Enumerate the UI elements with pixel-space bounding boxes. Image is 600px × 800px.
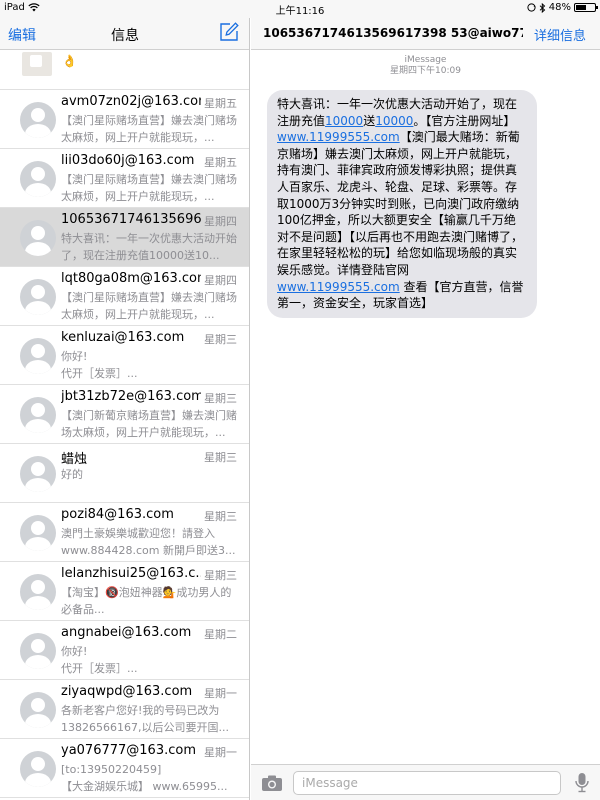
message-input-bar: iMessage <box>251 764 600 800</box>
microphone-icon[interactable] <box>574 772 590 794</box>
battery-icon <box>574 3 598 12</box>
avatar <box>20 220 56 256</box>
avatar <box>20 574 56 610</box>
conversation-list-pane: 编辑 信息 👌 avm07zn02j@163.com 星期五 【澳门星际赌场直营】嫌… <box>0 18 250 800</box>
bluetooth-icon <box>539 2 545 13</box>
list-item[interactable]: lelanzhisui25@163.c... 星期三【淘宝】🔞泡妞神器💁成功男人的… <box>0 562 249 621</box>
conversation-pane: 1065367174613569617398 53@aiwo777.... 详细… <box>251 18 600 800</box>
status-bar: iPad 上午11:16 48% <box>0 0 600 18</box>
thread-navbar: 1065367174613569617398 53@aiwo777.... 详细… <box>251 18 600 50</box>
service-label: iMessage <box>404 55 447 65</box>
list-item[interactable]: avm07zn02j@163.com 星期五【澳门星际赌场直营】嫌去澳门赌场太麻烦… <box>0 90 249 149</box>
message-preview: [to:13950220459] 【大金湖娱乐城】 www.65995... <box>61 763 228 793</box>
contact-name: 蜡烛 <box>61 452 88 467</box>
message-link[interactable]: 10000 <box>325 114 363 128</box>
message-date: 星期一 <box>204 687 237 700</box>
message-date: 星期三 <box>204 451 237 464</box>
message-preview: 【淘宝】🔞泡妞神器💁成功男人的必备品... <box>61 586 232 616</box>
status-time: 上午11:16 <box>275 6 325 17</box>
contact-name: pozi84@163.com <box>61 507 174 522</box>
list-item[interactable]: angnabei@163.com 星期二你好! 代开［发票］... <box>0 621 249 680</box>
message-date: 星期四 <box>204 274 237 287</box>
contact-name: lqt80ga08m@163.com <box>61 271 201 286</box>
details-button[interactable]: 详细信息 <box>534 25 586 44</box>
message-date: 星期一 <box>204 746 237 759</box>
compose-icon[interactable] <box>219 22 239 42</box>
avatar <box>20 279 56 315</box>
message-preview: 你好! 代开［发票］... <box>61 645 138 675</box>
contact-name: 10653671746135696... <box>61 212 201 227</box>
avatar <box>20 338 56 374</box>
list-item[interactable]: ziyaqwpd@163.com 星期一各新老客户您好!我的号码已改为138265… <box>0 680 249 739</box>
list-item[interactable]: ya076777@163.com 星期一 [to:13950220459] 【大金湖娱… <box>0 739 249 798</box>
message-date: 星期三 <box>204 569 237 582</box>
avatar <box>20 515 56 551</box>
message-text: 送 <box>363 113 376 128</box>
message-date: 星期三 <box>204 510 237 523</box>
contact-name: lelanzhisui25@163.c... <box>61 566 201 581</box>
message-timestamp: 星期四下午10:09 <box>390 66 461 76</box>
message-preview: 【澳门星际赌场直营】嫌去澳门赌场太麻烦，网上开户就能现玩，... <box>61 291 237 321</box>
thread-title: 1065367174613569617398 53@aiwo777.... <box>263 26 523 40</box>
list-item[interactable]: 蜡烛 星期三好的 <box>0 444 249 503</box>
contact-name: ziyaqwpd@163.com <box>61 684 193 699</box>
message-date: 星期五 <box>204 156 237 169</box>
message-preview: 【澳门新葡京赌场直营】嫌去澳门赌场太麻烦，网上开户就能现玩，... <box>61 409 237 439</box>
avatar <box>20 161 56 197</box>
avatar <box>20 692 56 728</box>
contact-name: jbt31zb72e@163.com <box>61 389 201 404</box>
battery-percent: 48% <box>548 2 571 13</box>
message-date: 星期五 <box>204 97 237 110</box>
list-item[interactable]: lii03do60j@163.com 星期五【澳门星际赌场直营】嫌去澳门赌场太麻烦… <box>0 149 249 208</box>
contact-name: ya076777@163.com <box>61 743 196 758</box>
message-date: 星期二 <box>204 628 237 641</box>
message-input[interactable]: iMessage <box>293 771 561 795</box>
conversation-list: avm07zn02j@163.com 星期五 【澳门星际赌场直营】嫌去澳门赌场太麻烦… <box>0 90 249 798</box>
list-navbar: 编辑 信息 <box>0 18 249 50</box>
list-title: 信息 <box>111 28 139 44</box>
image-thumbnail <box>22 52 52 76</box>
message-text: 。【官方注册网址】 <box>413 113 516 128</box>
list-item[interactable]: lqt80ga08m@163.com 星期四【澳门星际赌场直营】嫌去澳门赌场太麻烦… <box>0 267 249 326</box>
camera-icon[interactable] <box>261 774 283 792</box>
orientation-lock-icon <box>527 3 536 12</box>
message-date: 星期三 <box>204 333 237 346</box>
avatar <box>20 397 56 433</box>
message-bubble: 特大喜讯：一年一次优惠大活动开始了，现在注册充值10000送10000。【官方注… <box>267 90 537 318</box>
message-link[interactable]: www.11999555.com <box>277 130 400 144</box>
contact-name: angnabei@163.com <box>61 625 192 640</box>
message-preview: 【澳门星际赌场直营】嫌去澳门赌场太麻烦，网上开户就能现玩，... <box>61 114 237 144</box>
avatar <box>20 751 56 787</box>
contact-name: lii03do60j@163.com <box>61 153 195 168</box>
contact-name: avm07zn02j@163.com <box>61 94 201 109</box>
avatar <box>20 456 56 492</box>
contact-name: kenluzai@163.com <box>61 330 185 345</box>
message-preview: 你好! 代开［发票］... <box>61 350 138 380</box>
message-preview: 澳門土豪娛樂城歡迎您！請登入www.884428.com 新開戶即送3... <box>61 527 236 557</box>
message-date: 星期三 <box>204 392 237 405</box>
avatar <box>20 633 56 669</box>
list-item[interactable]: jbt31zb72e@163.com 星期三【澳门新葡京赌场直营】嫌去澳门赌场太麻… <box>0 385 249 444</box>
message-preview: 【澳门星际赌场直营】嫌去澳门赌场太麻烦，网上开户就能现玩，... <box>61 173 237 203</box>
message-link[interactable]: 10000 <box>375 114 413 128</box>
message-text: 【澳门最大赌场：新葡京赌场】嫌去澳门太麻烦，网上开户就能玩，持有澳门、菲律宾政府… <box>277 130 524 277</box>
message-preview: 特大喜讯：一年一次优惠大活动开始了，现在注册充值10000送10... <box>61 232 237 262</box>
message-link[interactable]: www.11999555.com <box>277 280 400 294</box>
list-item[interactable]: 10653671746135696... 星期四特大喜讯：一年一次优惠大活动开始了… <box>0 208 249 267</box>
status-right: 48% <box>527 2 598 13</box>
list-item[interactable]: pozi84@163.com 星期三澳門土豪娛樂城歡迎您！請登入www.88442… <box>0 503 249 562</box>
emoji: 👌 <box>62 54 77 68</box>
message-meta: iMessage 星期四下午10:09 <box>251 55 600 77</box>
list-item[interactable]: kenluzai@163.com 星期三你好! 代开［发票］... <box>0 326 249 385</box>
message-preview: 各新老客户您好!我的号码已改为13826566167,以后公司要开国... <box>61 704 229 734</box>
battery-fill <box>576 5 586 10</box>
message-preview: 好的 <box>61 468 83 481</box>
avatar <box>20 102 56 138</box>
message-date: 星期四 <box>204 215 237 228</box>
list-item-partial[interactable]: 👌 <box>0 50 249 90</box>
